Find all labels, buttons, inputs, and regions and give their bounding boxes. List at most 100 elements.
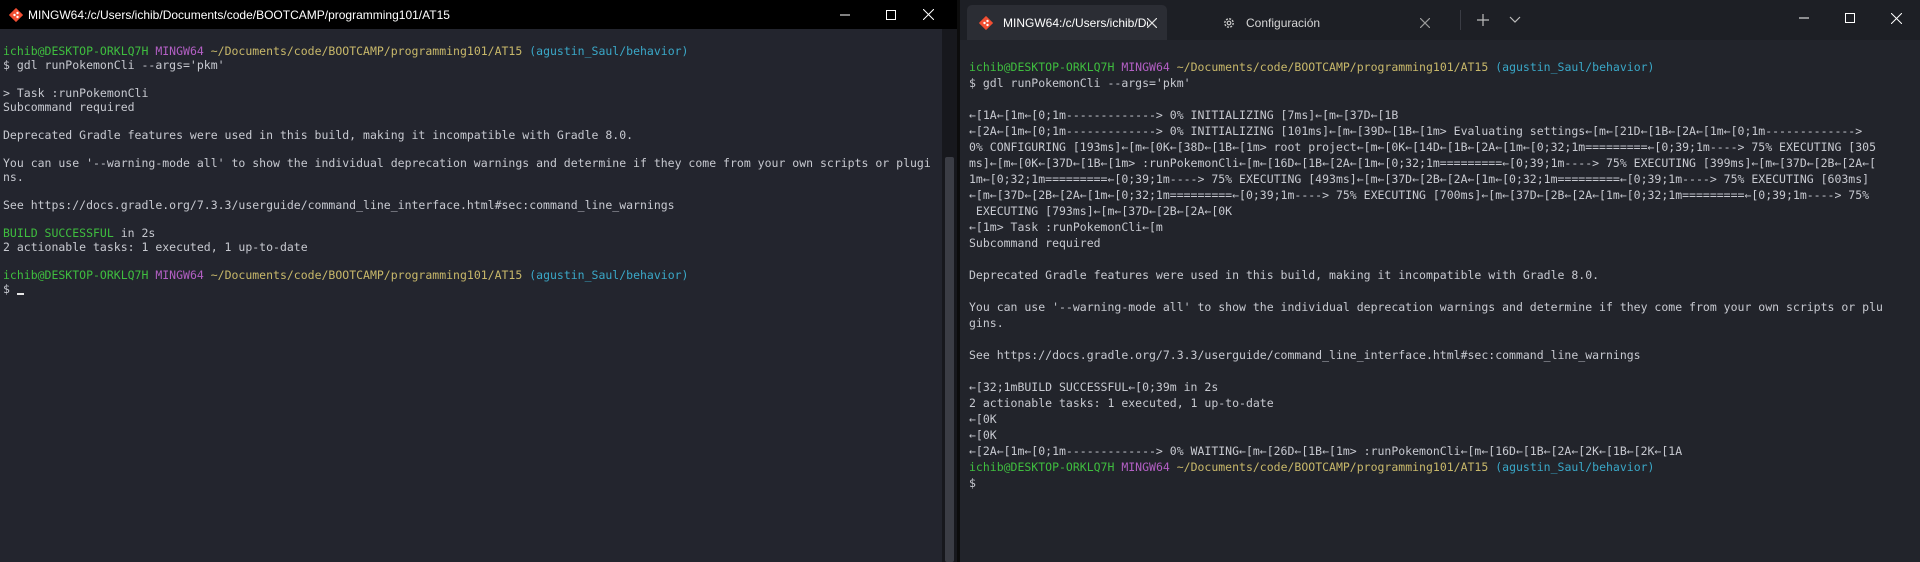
terminal-text: See https://docs.gradle.org/7.3.3/usergu… [969,348,1641,362]
terminal-line: $ gdl runPokemonCli --args='pkm' [3,58,933,72]
minimize-icon [1799,17,1809,19]
left-minimize-button[interactable] [822,0,868,29]
right-minimize-button[interactable] [1781,0,1827,36]
terminal-text: See https://docs.gradle.org/7.3.3/usergu… [3,198,675,212]
terminal-line: See https://docs.gradle.org/7.3.3/usergu… [969,347,1914,363]
terminal-text: 1m←[0;32;1m=========←[0;39;1m----> 75% E… [969,172,1870,186]
terminal-line: Subcommand required [969,235,1914,251]
terminal-text: MINGW64 [155,44,211,58]
terminal-text: gins. [969,316,1004,330]
terminal-line: ←[32;1mBUILD SUCCESSFUL←[0;39m in 2s [969,379,1914,395]
close-icon [922,9,934,20]
left-close-button[interactable] [914,0,942,29]
left-scrollbar-thumb[interactable] [945,157,954,562]
terminal-text: ←[2A←[1m←[0;1m-------------> 0% INITIALI… [969,124,1863,138]
terminal-line: You can use '--warning-mode all' to show… [3,156,933,170]
maximize-icon [886,9,896,20]
tab-mingw64[interactable]: MINGW64:/c/Users/ichib/Docum [967,5,1167,40]
terminal-text: ←[1A←[1m←[0;1m-------------> 0% INITIALI… [969,108,1399,122]
terminal-line: ichib@DESKTOP-ORKLQ7H MINGW64 ~/Document… [3,268,933,282]
terminal-line: Deprecated Gradle features were used in … [3,128,933,142]
terminal-line: ←[1m> Task :runPokemonCli←[m [969,219,1914,235]
terminal-line: 1m←[0;32;1m=========←[0;39;1m----> 75% E… [969,171,1914,187]
terminal-text: $ gdl runPokemonCli --args='pkm' [3,58,225,72]
terminal-line: ichib@DESKTOP-ORKLQ7H MINGW64 ~/Document… [3,44,933,58]
terminal-text: Deprecated Gradle features were used in … [3,128,634,142]
close-icon[interactable] [1147,18,1157,28]
terminal-text: ns. [3,170,24,184]
tab-configuracion[interactable]: Configuración [1210,5,1440,40]
terminal-text: MINGW64 [1121,460,1177,474]
tab-dropdown-button[interactable] [1500,6,1530,34]
terminal-text: 2 actionable tasks: 1 executed, 1 up-to-… [969,396,1274,410]
left-title-bar[interactable]: MINGW64:/c/Users/ichib/Documents/code/BO… [0,0,942,29]
terminal-text: ~/Documents/code/BOOTCAMP/programming101… [210,268,530,282]
terminal-text: ~/Documents/code/BOOTCAMP/programming101… [1176,460,1496,474]
terminal-text: EXECUTING [793ms]←[m←[37D←[2B←[2A←[0K [969,204,1233,218]
terminal-line: You can use '--warning-mode all' to show… [969,299,1914,315]
terminal-text: Subcommand required [3,100,135,114]
terminal-line: Deprecated Gradle features were used in … [969,267,1914,283]
git-logo-icon [979,15,993,30]
terminal-text: (agustin_Saul/behavior) [529,268,689,282]
terminal-line: BUILD SUCCESSFUL in 2s [3,226,933,240]
minimize-icon [840,14,850,15]
terminal-line: ←[0K [969,427,1914,443]
plus-icon [1477,14,1489,26]
terminal-line: ms]←[m←[0K←[37D←[1B←[1m> :runPokemonCli←… [969,155,1914,171]
terminal-text: Deprecated Gradle features were used in … [969,268,1600,282]
terminal-text: ichib@DESKTOP-ORKLQ7H [3,44,156,58]
git-logo-icon [9,8,23,22]
mintty-window: MINGW64:/c/Users/ichib/Documents/code/BO… [0,0,942,562]
new-tab-button[interactable] [1468,6,1498,34]
terminal-line: ←[2A←[1m←[0;1m-------------> 0% WAITING←… [969,443,1914,459]
terminal-text: You can use '--warning-mode all' to show… [969,300,1883,314]
terminal-text: in 2s [113,226,156,240]
left-terminal-output[interactable]: ichib@DESKTOP-ORKLQ7H MINGW64 ~/Document… [3,44,933,296]
terminal-text: (agustin_Saul/behavior) [1495,60,1655,74]
right-terminal-output[interactable]: ichib@DESKTOP-ORKLQ7H MINGW64 ~/Document… [969,59,1914,491]
terminal-text: ←[32;1mBUILD SUCCESSFUL←[0;39m in 2s [969,380,1219,394]
maximize-icon [1845,13,1855,23]
right-close-button[interactable] [1873,0,1919,36]
terminal-line: 0% CONFIGURING [193ms]←[m←[0K←[38D←[1B←[… [969,139,1914,155]
terminal-line: ←[2A←[1m←[0;1m-------------> 0% INITIALI… [969,123,1914,139]
terminal-text: $ gdl runPokemonCli --args='pkm' [969,76,1191,90]
tab-configuracion-label: Configuración [1246,15,1321,30]
close-icon[interactable] [1420,18,1430,28]
terminal-text: ~/Documents/code/BOOTCAMP/programming101… [210,44,530,58]
close-icon [1890,12,1902,24]
terminal-text: Subcommand required [969,236,1101,250]
terminal-line: ichib@DESKTOP-ORKLQ7H MINGW64 ~/Document… [969,459,1914,475]
terminal-text: ←[2A←[1m←[0;1m-------------> 0% WAITING←… [969,444,1683,458]
terminal-text: ichib@DESKTOP-ORKLQ7H [969,60,1122,74]
left-scrollbar[interactable] [942,29,957,562]
tab-mingw64-label: MINGW64:/c/Users/ichib/Docum [1003,15,1148,30]
terminal-text: ←[0K [969,428,997,442]
terminal-line: ←[1A←[1m←[0;1m-------------> 0% INITIALI… [969,107,1914,123]
terminal-text: ←[m←[37D←[2B←[2A←[1m←[0;32;1m=========←[… [969,188,1870,202]
terminal-line: ←[0K [969,411,1914,427]
terminal-line: $ [969,475,1914,491]
terminal-line: ←[m←[37D←[2B←[2A←[1m←[0;32;1m=========←[… [969,187,1914,203]
terminal-line: gins. [969,315,1914,331]
tab-bar: MINGW64:/c/Users/ichib/Docum Configuraci… [960,0,1920,40]
left-maximize-button[interactable] [868,0,914,29]
terminal-line: ns. [3,170,933,184]
terminal-line: 2 actionable tasks: 1 executed, 1 up-to-… [3,240,933,254]
gear-icon [1224,17,1234,28]
right-maximize-button[interactable] [1827,0,1873,36]
terminal-text: (agustin_Saul/behavior) [1495,460,1655,474]
tab-separator [1460,10,1461,30]
